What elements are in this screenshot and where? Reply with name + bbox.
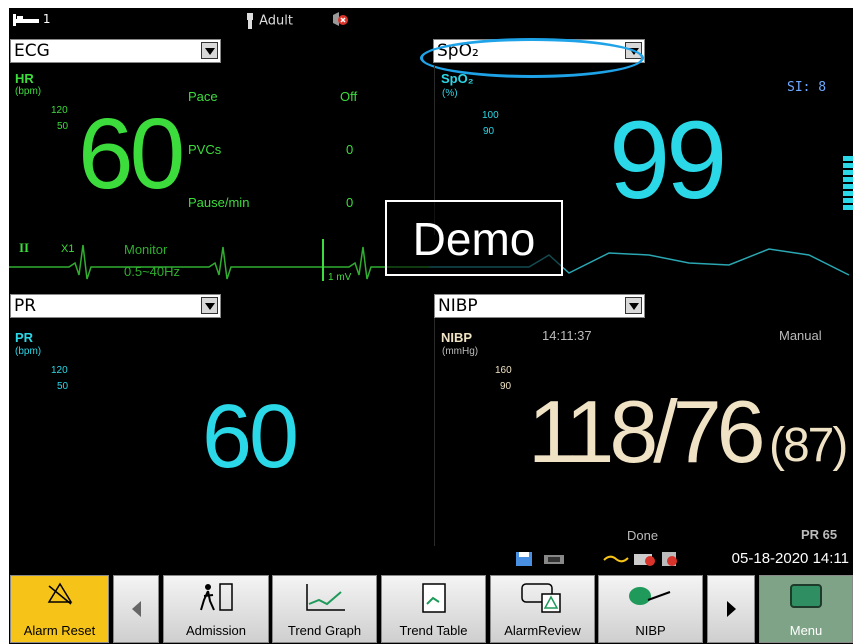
pause-value: 0 [346, 195, 354, 210]
menu-label: Menu [789, 623, 823, 638]
chevron-left-icon [132, 601, 141, 617]
chevron-down-icon[interactable] [201, 297, 218, 314]
pr-value: 60 [202, 387, 299, 487]
nibp-label: NIBP [441, 330, 473, 345]
admission-button[interactable]: Admission [163, 575, 269, 643]
trend-graph-label: Trend Graph [287, 623, 362, 638]
top-bar: 1 Adult [9, 8, 853, 35]
ecg-lead: II [19, 240, 30, 255]
pace-value: Off [340, 89, 358, 104]
ecg-filter: 0.5~40Hz [124, 264, 181, 279]
patient-type: Adult [245, 13, 293, 29]
battery-icon [634, 554, 655, 566]
pr-low-limit: 50 [57, 381, 69, 392]
spo2-low-limit: 90 [483, 126, 495, 137]
nibp-mode: Manual [779, 328, 822, 343]
pr-high-limit: 120 [51, 365, 68, 376]
pause-label: Pause/min [188, 195, 250, 210]
save-icon[interactable] [515, 551, 533, 567]
hr-value: 60 [78, 98, 185, 210]
si-value: SI: 8 [787, 80, 827, 95]
nibp-status: Done [627, 528, 659, 543]
datetime: 05-18-2020 14:11 [731, 550, 849, 567]
trend-graph-icon [305, 584, 345, 611]
trend-table-icon [421, 583, 446, 613]
alarm-reset-label: Alarm Reset [23, 623, 96, 638]
perfusion-bar [843, 156, 853, 212]
nibp-button-label: NIBP [635, 623, 666, 638]
pr-label: PR [15, 330, 34, 345]
patient-icon [247, 13, 253, 29]
nibp-cuff-icon [628, 587, 670, 605]
hr-label: HR [15, 71, 34, 86]
pr-selector[interactable]: PR [10, 294, 221, 318]
nibp-time: 14:11:37 [542, 328, 592, 343]
ac-power-icon [603, 555, 629, 563]
ecg-selector[interactable]: ECG [10, 39, 221, 63]
pace-label: Pace [188, 89, 218, 104]
nibp-unit: (mmHg) [442, 346, 479, 357]
ecg-selector-label: ECG [14, 41, 50, 61]
alarm-review-icon [520, 583, 561, 613]
chevron-down-icon[interactable] [201, 42, 218, 59]
demo-label: Demo [385, 200, 563, 276]
hr-high-limit: 120 [51, 105, 68, 116]
monitor-icon [790, 584, 822, 608]
trend-table-label: Trend Table [399, 623, 468, 638]
hr-low-limit: 50 [57, 121, 69, 132]
nibp-low-limit: 90 [500, 381, 512, 392]
scroll-left-button[interactable] [113, 575, 159, 643]
bed-icon [13, 13, 39, 26]
network-icon [544, 555, 564, 564]
hr-unit: (bpm) [15, 86, 42, 97]
panel-divider [434, 318, 435, 546]
spo2-unit: (%) [442, 88, 458, 99]
nibp-high-limit: 160 [495, 365, 512, 376]
trend-table-button[interactable]: Trend Table [381, 575, 486, 643]
alarm-silenced-icon[interactable] [661, 550, 679, 568]
button-row: Alarm Reset Admission Trend Graph Trend … [9, 573, 853, 644]
nibp-pr: PR 65 [801, 527, 838, 542]
pr-unit: (bpm) [15, 346, 42, 357]
admission-icon [200, 583, 233, 611]
trend-graph-button[interactable]: Trend Graph [272, 575, 377, 643]
alarm-off-icon[interactable] [331, 11, 349, 27]
alarm-bell-icon [47, 582, 72, 605]
patient-type-label: Adult [259, 13, 294, 29]
spo2-high-limit: 100 [482, 110, 499, 121]
bed-indicator: 1 [13, 12, 50, 26]
nibp-selector-label: NIBP [438, 296, 478, 316]
pvcs-label: PVCs [188, 142, 222, 157]
monitor-screen: 1 Adult ECG SpO₂ HR (bpm) 120 50 60 Pace… [9, 8, 853, 644]
alarm-reset-button[interactable]: Alarm Reset [10, 575, 109, 643]
alarm-review-label: AlarmReview [504, 623, 581, 638]
scroll-right-button[interactable] [707, 575, 755, 643]
nibp-selector[interactable]: NIBP [434, 294, 645, 318]
spo2-label: SpO₂ [441, 71, 474, 86]
alarm-review-button[interactable]: AlarmReview [490, 575, 595, 643]
ecg-gain: X1 [61, 243, 75, 255]
nibp-mean: (87) [769, 419, 848, 472]
chevron-down-icon[interactable] [625, 297, 642, 314]
nibp-button[interactable]: NIBP [598, 575, 703, 643]
bed-number: 1 [42, 12, 51, 26]
status-bar: 05-18-2020 14:11 [9, 546, 853, 572]
pr-selector-label: PR [14, 296, 37, 316]
ecg-scale: 1 mV [328, 272, 352, 283]
menu-button[interactable]: Menu [759, 575, 853, 643]
spo2-value: 99 [609, 99, 727, 222]
nibp-value: 118/76 [528, 382, 766, 481]
pvcs-value: 0 [346, 142, 354, 157]
admission-label: Admission [186, 623, 246, 638]
ecg-mode: Monitor [124, 242, 168, 257]
chevron-right-icon [727, 601, 736, 617]
